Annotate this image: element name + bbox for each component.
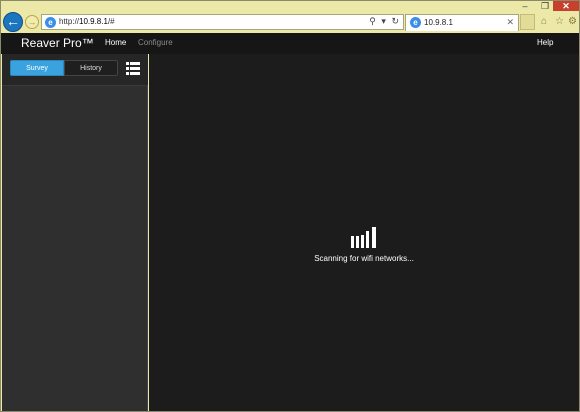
tab-history[interactable]: History bbox=[64, 60, 118, 76]
signal-bars-spinner-icon bbox=[351, 224, 381, 248]
app-brand: Reaver Pro™ bbox=[21, 36, 94, 50]
window-titlebar: – ❐ ✕ bbox=[1, 1, 579, 11]
close-window-button[interactable]: ✕ bbox=[553, 1, 579, 11]
ie-icon: e bbox=[410, 17, 421, 28]
tab-close-icon[interactable]: ✕ bbox=[506, 17, 514, 28]
sidebar: Survey History bbox=[2, 54, 148, 411]
app-header: Reaver Pro™ Home Configure Help bbox=[1, 33, 579, 54]
browser-window: – ❐ ✕ ← → e http://10.9.8.1/# ⚲ ▾ ↻ e 10… bbox=[0, 0, 580, 412]
address-url[interactable]: http://10.9.8.1/# bbox=[59, 17, 115, 26]
search-icon[interactable]: ⚲ bbox=[369, 16, 376, 26]
browser-tab[interactable]: e 10.9.8.1 ✕ bbox=[405, 14, 519, 31]
tab-title: 10.9.8.1 bbox=[424, 18, 453, 27]
minimize-button[interactable]: – bbox=[516, 1, 534, 11]
restore-button[interactable]: ❐ bbox=[536, 1, 554, 11]
scanning-status: Scanning for wifi networks... bbox=[314, 254, 414, 263]
url-path: /# bbox=[107, 17, 115, 26]
refresh-icon[interactable]: ↻ bbox=[391, 16, 399, 26]
address-actions: ⚲ ▾ ↻ bbox=[366, 16, 399, 27]
back-button[interactable]: ← bbox=[3, 12, 23, 32]
list-view-icon[interactable] bbox=[126, 62, 140, 75]
nav-help-link[interactable]: Help bbox=[537, 38, 553, 47]
url-scheme: http:// bbox=[59, 17, 80, 26]
sidebar-toolbar: Survey History bbox=[2, 54, 148, 86]
address-bar[interactable]: e http://10.9.8.1/# ⚲ ▾ ↻ bbox=[41, 14, 404, 30]
new-tab-button[interactable] bbox=[520, 14, 535, 30]
favorites-icon[interactable]: ☆ bbox=[555, 16, 564, 27]
url-host: 10.9.8.1 bbox=[79, 17, 108, 26]
browser-navbar: ← → e http://10.9.8.1/# ⚲ ▾ ↻ e 10.9.8.1… bbox=[1, 11, 579, 33]
nav-home-link[interactable]: Home bbox=[105, 38, 126, 47]
dropdown-icon[interactable]: ▾ bbox=[381, 16, 386, 26]
home-icon[interactable]: ⌂ bbox=[541, 16, 547, 27]
ie-icon: e bbox=[45, 17, 56, 28]
tab-survey[interactable]: Survey bbox=[10, 60, 64, 76]
main-panel: Scanning for wifi networks... bbox=[149, 54, 579, 411]
gear-icon[interactable]: ⚙ bbox=[568, 16, 577, 27]
nav-configure-link[interactable]: Configure bbox=[138, 38, 173, 47]
forward-button[interactable]: → bbox=[25, 15, 39, 29]
